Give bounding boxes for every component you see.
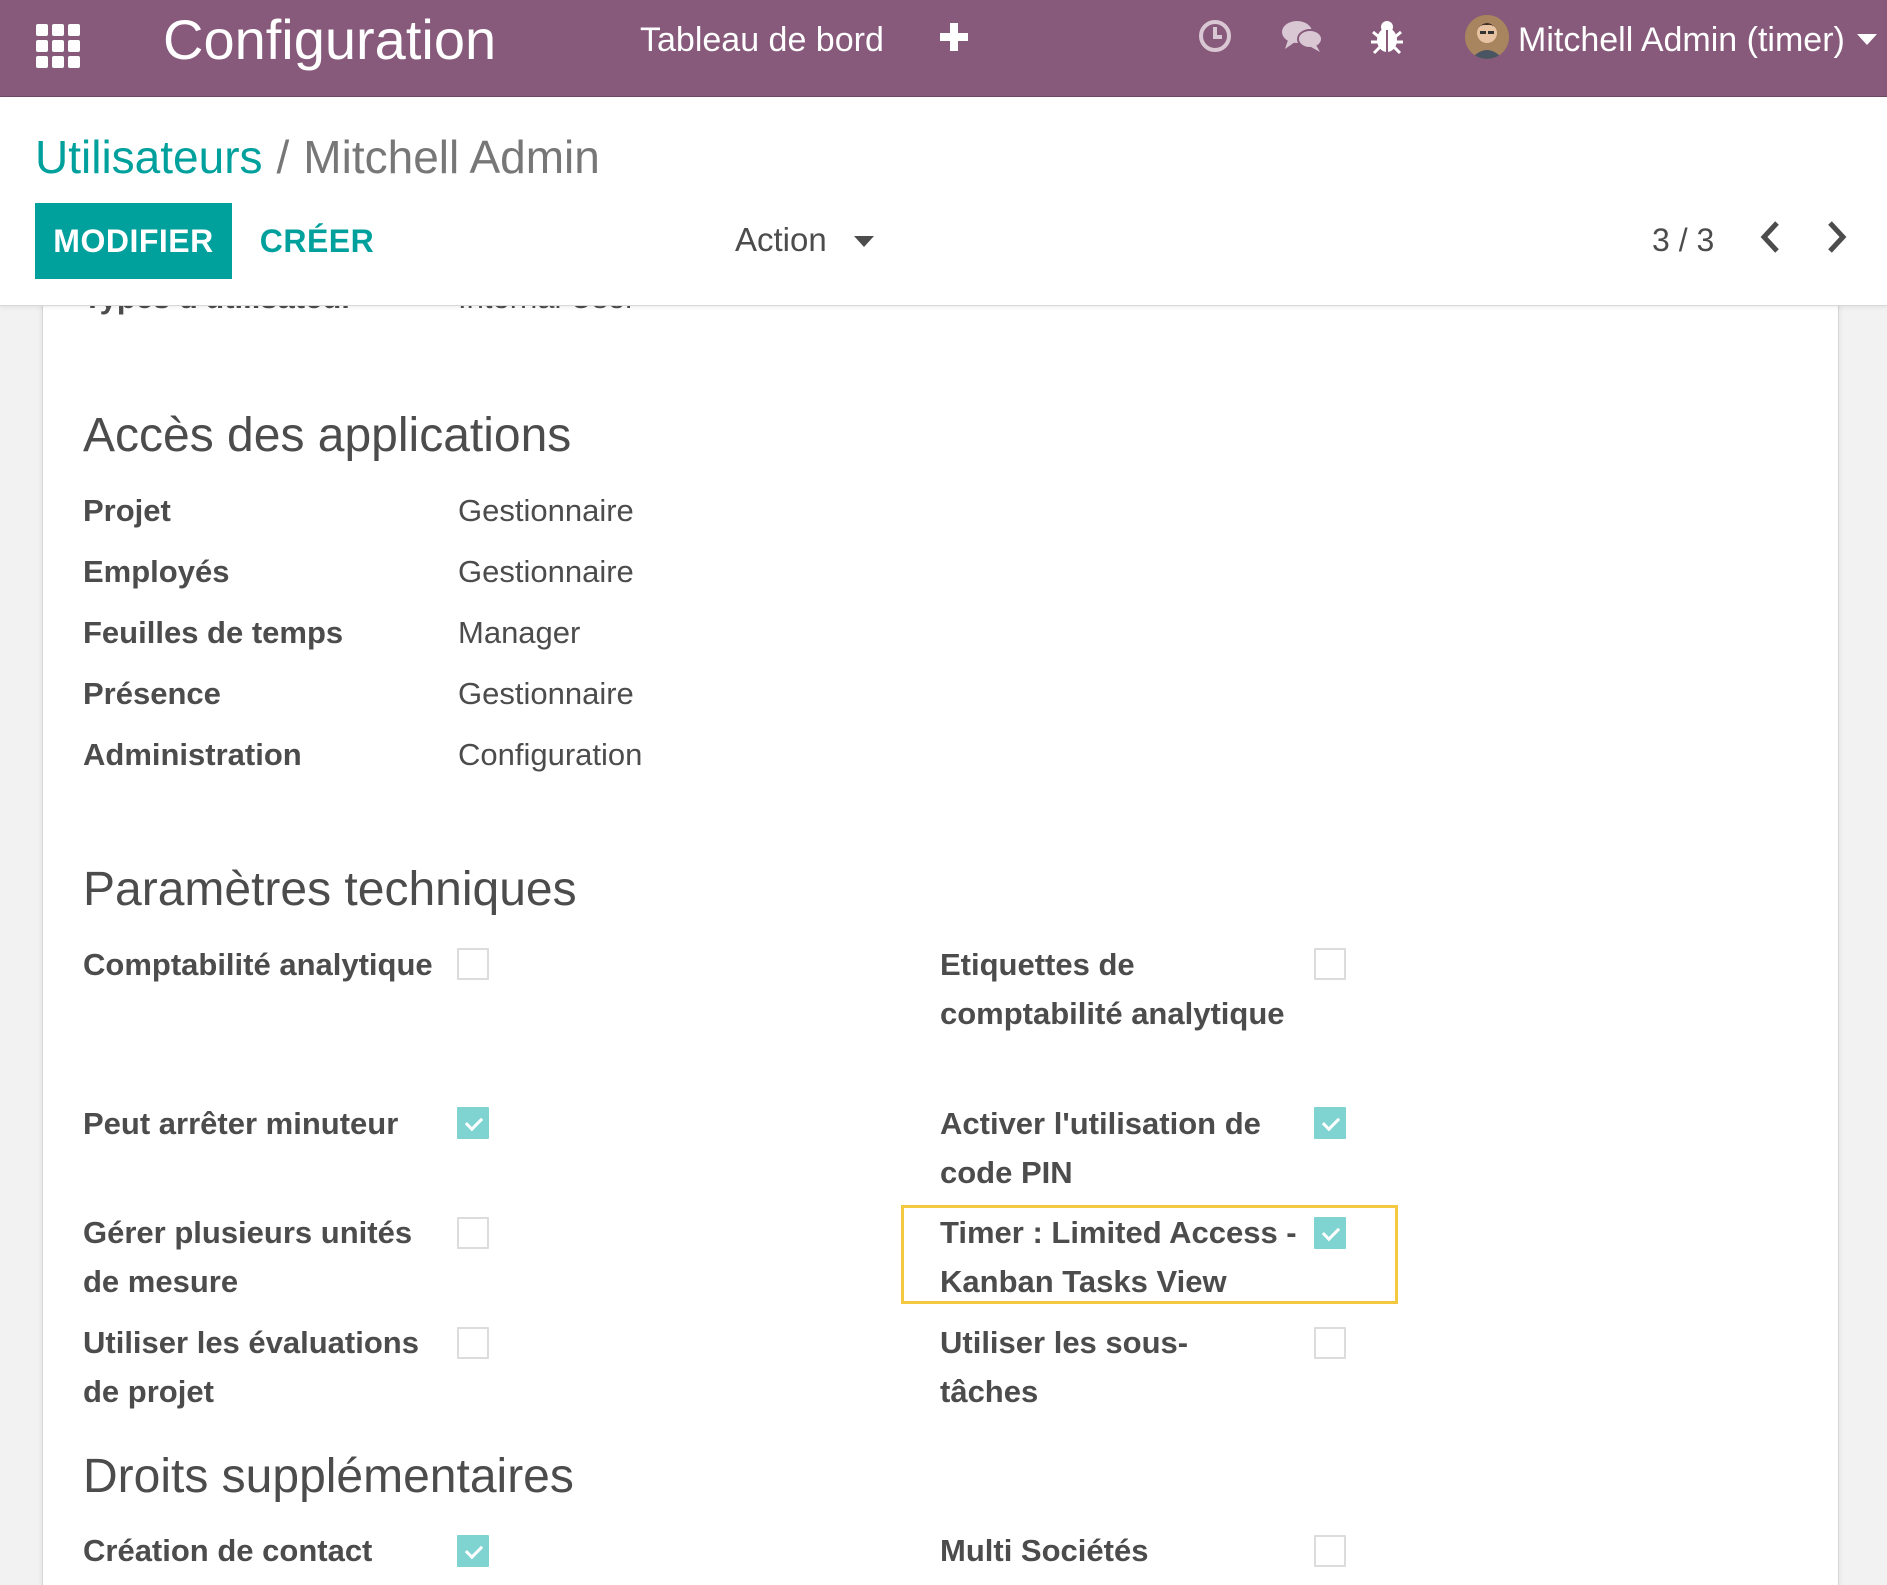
breadcrumb-current: Mitchell Admin (303, 131, 600, 183)
user-menu-name[interactable]: Mitchell Admin (timer) (1518, 20, 1845, 60)
create-button[interactable]: CRÉER (252, 203, 382, 279)
field-value-administration: Configuration (458, 737, 643, 772)
caret-down-icon (853, 236, 874, 248)
field-label-administration: Administration (83, 737, 302, 772)
field-label-multi-uom: Gérer plusieurs unités de mesure (83, 1215, 413, 1299)
section-title-technical: Paramètres techniques (83, 863, 577, 916)
breadcrumb-separator: / (276, 131, 290, 183)
checkbox-multi-companies[interactable] (1314, 1535, 1346, 1567)
menu-item-dashboard[interactable]: Tableau de bord (640, 20, 884, 60)
app-title[interactable]: Configuration (163, 8, 496, 72)
breadcrumb-users-link[interactable]: Utilisateurs (35, 131, 263, 183)
field-value-employees: Gestionnaire (458, 554, 634, 589)
field-label-project-rating: Utiliser les évaluations de projet (83, 1325, 419, 1409)
field-label-project: Projet (83, 493, 171, 528)
apps-grid-icon[interactable] (34, 22, 82, 70)
edit-button[interactable]: MODIFIER (35, 203, 232, 279)
plus-icon[interactable] (937, 20, 971, 54)
checkbox-contact-creation[interactable] (457, 1535, 489, 1567)
chevron-right-icon[interactable] (1822, 217, 1852, 257)
breadcrumb: Utilisateurs / Mitchell Admin (35, 129, 600, 185)
checkbox-subtasks[interactable] (1314, 1327, 1346, 1359)
pager-value[interactable]: 3 / 3 (1652, 218, 1714, 262)
field-label-pin-code: Activer l'utilisation de code PIN (940, 1106, 1261, 1190)
checkbox-timer-limited-access[interactable] (1314, 1217, 1346, 1249)
field-label-employees: Employés (83, 554, 230, 589)
action-dropdown[interactable]: Action (735, 215, 874, 265)
field-label-timer-limited-access: Timer : Limited Access - Kanban Tasks Vi… (940, 1215, 1297, 1299)
user-avatar[interactable] (1465, 15, 1509, 59)
field-label-multi-companies: Multi Sociétés (940, 1533, 1149, 1568)
checkbox-analytic-tags[interactable] (1314, 948, 1346, 980)
top-navbar: Configuration Tableau de bord Mitchell A… (0, 0, 1887, 97)
checkbox-pin-code[interactable] (1314, 1107, 1346, 1139)
field-label-can-stop-timer: Peut arrêter minuteur (83, 1106, 399, 1141)
field-label-analytic-tags: Etiquettes de comptabilité analytique (940, 947, 1285, 1031)
field-value-timesheets: Manager (458, 615, 581, 650)
chevron-left-icon[interactable] (1755, 217, 1785, 257)
field-label-analytic-accounting: Comptabilité analytique (83, 947, 433, 982)
field-label-attendance: Présence (83, 676, 221, 711)
checkbox-analytic-accounting[interactable] (457, 948, 489, 980)
field-label-timesheets: Feuilles de temps (83, 615, 344, 650)
checkbox-can-stop-timer[interactable] (457, 1107, 489, 1139)
field-label-contact-creation: Création de contact (83, 1533, 373, 1568)
field-value-project: Gestionnaire (458, 493, 634, 528)
clock-icon[interactable] (1197, 18, 1233, 58)
section-title-app-access: Accès des applications (83, 409, 572, 462)
checkbox-multi-uom[interactable] (457, 1217, 489, 1249)
section-title-extra-rights: Droits supplémentaires (83, 1450, 574, 1503)
checkbox-project-rating[interactable] (457, 1327, 489, 1359)
chat-icon[interactable] (1280, 18, 1324, 58)
action-label: Action (735, 221, 827, 258)
control-panel: Utilisateurs / Mitchell Admin MODIFIER CRÉ… (0, 97, 1887, 306)
field-label-subtasks: Utiliser les sous-tâches (940, 1325, 1189, 1409)
bug-icon[interactable] (1370, 18, 1404, 58)
caret-down-icon[interactable] (1857, 33, 1877, 45)
field-value-attendance: Gestionnaire (458, 676, 634, 711)
